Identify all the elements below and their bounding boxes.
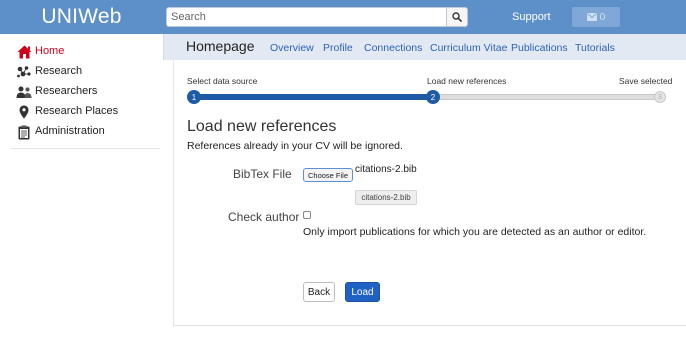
search-input[interactable] bbox=[166, 7, 446, 27]
panel-divider bbox=[173, 325, 686, 326]
check-author-description: Only import publications for which you a… bbox=[303, 226, 647, 238]
home-icon bbox=[16, 44, 32, 60]
tab-overview[interactable]: Overview bbox=[270, 42, 314, 54]
sidebar-item-administration[interactable]: Administration bbox=[0, 122, 163, 142]
tab-profile[interactable]: Profile bbox=[323, 42, 353, 54]
section-subtitle: References already in your CV will be ig… bbox=[187, 140, 403, 152]
top-bar: UNIWeb Support 0 bbox=[0, 0, 686, 34]
main-content: Homepage Overview Profile Connections Cu… bbox=[163, 34, 686, 353]
step-marker-3: 3 bbox=[654, 91, 666, 103]
sidebar-item-research[interactable]: Research bbox=[0, 62, 163, 82]
sidebar-item-label: Researchers bbox=[35, 85, 98, 97]
support-link[interactable]: Support bbox=[512, 0, 551, 34]
logo[interactable]: UNIWeb bbox=[0, 0, 163, 34]
tab-tutorials[interactable]: Tutorials bbox=[575, 42, 615, 54]
messages-button[interactable]: 0 bbox=[572, 7, 620, 27]
search-button[interactable] bbox=[446, 7, 468, 27]
progress-track-remaining bbox=[433, 94, 663, 100]
tab-connections[interactable]: Connections bbox=[364, 42, 422, 54]
sidebar-item-label: Research Places bbox=[35, 105, 119, 117]
page-title: Homepage bbox=[186, 38, 255, 54]
progress-track-complete bbox=[191, 94, 433, 100]
messages-count: 0 bbox=[599, 11, 606, 23]
research-icon bbox=[16, 64, 32, 80]
selected-file-name: citations-2.bib bbox=[355, 164, 417, 175]
step-label-1: Select data source bbox=[187, 76, 258, 86]
tabs-bar: Homepage Overview Profile Connections Cu… bbox=[163, 34, 686, 60]
sidebar-item-label: Administration bbox=[35, 125, 105, 137]
choose-file-button[interactable]: Choose File bbox=[303, 168, 353, 182]
tab-curriculum-vitae[interactable]: Curriculum Vitae bbox=[430, 42, 507, 54]
check-author-checkbox[interactable] bbox=[303, 211, 311, 219]
bibtex-file-label: BibTex File bbox=[233, 167, 292, 181]
sidebar-item-research-places[interactable]: Research Places bbox=[0, 102, 163, 122]
step-marker-1: 1 bbox=[187, 90, 201, 104]
search-icon bbox=[452, 12, 462, 22]
clipboard-icon bbox=[16, 124, 32, 140]
envelope-icon bbox=[586, 13, 597, 21]
load-button[interactable]: Load bbox=[345, 282, 380, 302]
tab-publications[interactable]: Publications bbox=[511, 42, 568, 54]
people-icon bbox=[16, 84, 32, 100]
map-marker-icon bbox=[16, 104, 32, 120]
sidebar-item-home[interactable]: Home bbox=[0, 42, 163, 62]
check-author-label: Check author bbox=[228, 210, 300, 224]
sidebar-item-label: Home bbox=[35, 45, 65, 57]
step-label-3: Save selected bbox=[619, 76, 673, 86]
step-marker-2: 2 bbox=[426, 90, 440, 104]
sidebar-item-label: Research bbox=[35, 65, 83, 77]
back-button[interactable]: Back bbox=[303, 282, 335, 302]
section-title: Load new references bbox=[187, 118, 337, 135]
sidebar-item-researchers[interactable]: Researchers bbox=[0, 82, 163, 102]
sidebar: Home Research Researchers Research Place… bbox=[0, 34, 163, 353]
file-chip[interactable]: citations-2.bib bbox=[355, 190, 417, 205]
search-box bbox=[166, 7, 468, 27]
sidebar-divider bbox=[10, 148, 160, 149]
step-label-2: Load new references bbox=[427, 76, 507, 86]
